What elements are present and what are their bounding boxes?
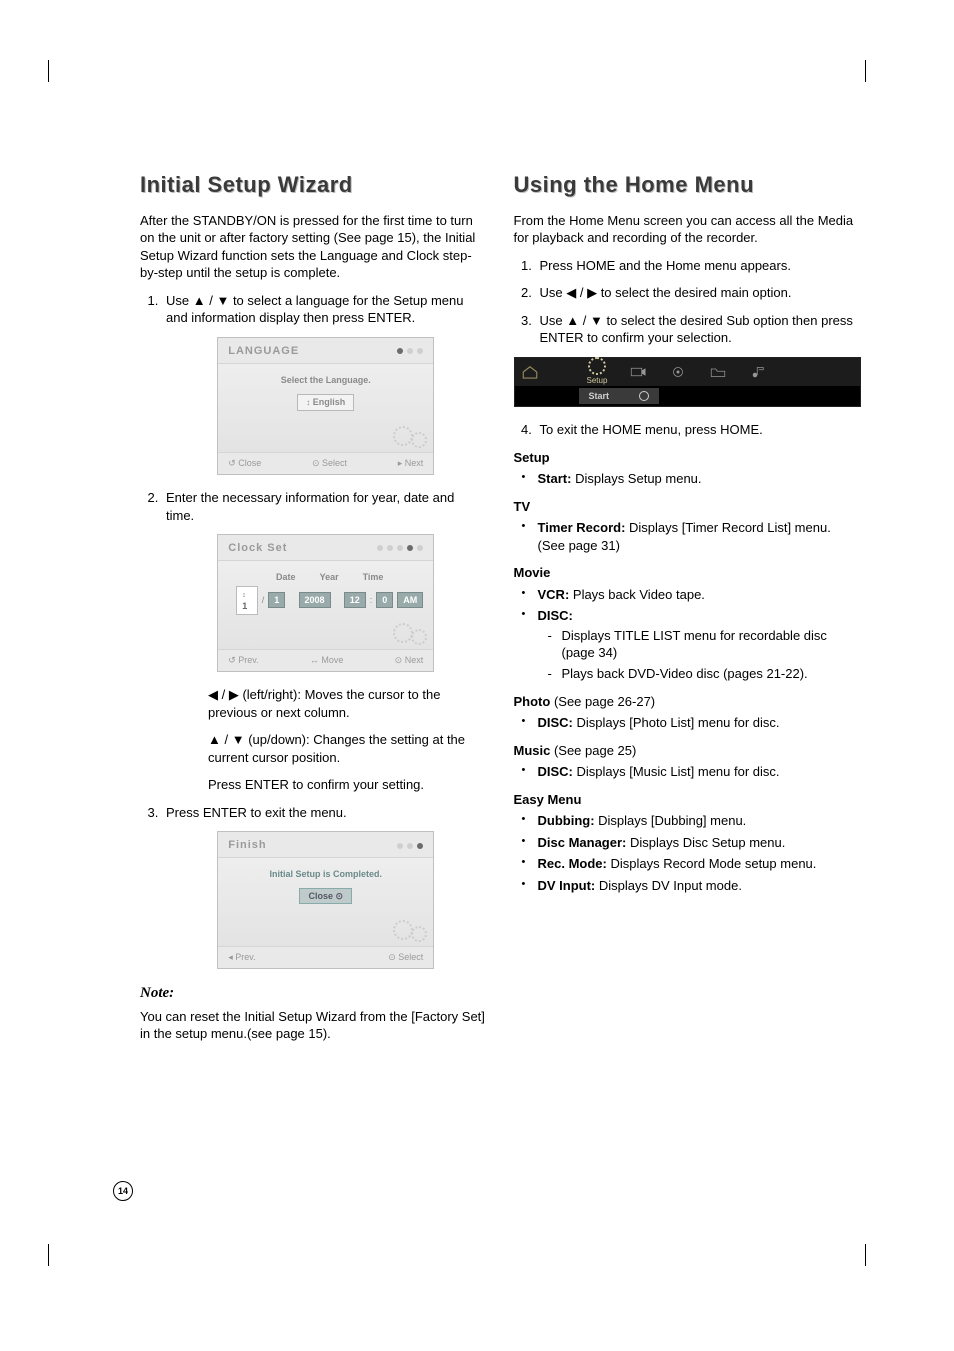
section-title: Initial Setup Wizard xyxy=(140,170,486,200)
osd-prompt: Select the Language. xyxy=(228,374,423,386)
list-item: Timer Record: Displays [Timer Record Lis… xyxy=(528,519,860,554)
osd-clock-set: Clock Set Date Year Time xyxy=(217,534,434,672)
left-icon: ◀ xyxy=(208,687,218,702)
crop-mark xyxy=(48,1244,49,1266)
progress-dots xyxy=(397,843,423,849)
osd-foot-left: ↺ Close xyxy=(228,457,261,469)
cursor-help: ◀ / ▶ (left/right): Moves the cursor to … xyxy=(208,686,486,794)
left-column: Initial Setup Wizard After the STANDBY/O… xyxy=(140,170,486,1053)
list-item: DISC: Displays [Music List] menu for dis… xyxy=(528,763,860,781)
home-menu-screenshot: Setup Start xyxy=(514,357,862,407)
list-item: Dubbing: Displays [Dubbing] menu. xyxy=(528,812,860,830)
list-item: Plays back DVD-Video disc (pages 21-22). xyxy=(552,665,860,683)
right-column: Using the Home Menu From the Home Menu s… xyxy=(514,170,860,1053)
select-icon xyxy=(639,391,649,401)
gear-icon xyxy=(393,621,427,645)
list-item: Disc Manager: Displays Disc Setup menu. xyxy=(528,834,860,852)
up-icon: ▲ xyxy=(193,293,206,308)
step-3: Use ▲ / ▼ to select the desired Sub opti… xyxy=(536,312,860,347)
right-icon: ▶ xyxy=(229,687,239,702)
list-item: DV Input: Displays DV Input mode. xyxy=(528,877,860,895)
osd-foot-center: ⊙ Select xyxy=(312,457,347,469)
osd-finish: Finish Initial Setup is Completed. Close… xyxy=(217,831,434,969)
step-4: To exit the HOME menu, press HOME. xyxy=(536,421,860,439)
home-menu-setup: Setup xyxy=(587,357,608,387)
up-icon: ▲ xyxy=(208,732,221,747)
list-item: DISC: Displays [Photo List] menu for dis… xyxy=(528,714,860,732)
left-icon: ◀ xyxy=(566,285,576,300)
movie-icon xyxy=(629,365,647,379)
osd-foot-right: ⊙ Select xyxy=(388,951,423,963)
gear-icon xyxy=(393,918,427,942)
osd-selected-value: ↕ English xyxy=(297,394,354,411)
manual-page: Initial Setup Wizard After the STANDBY/O… xyxy=(0,0,954,1351)
progress-dots xyxy=(397,348,423,354)
osd-foot-right: ⊙ Next xyxy=(395,654,424,666)
list-item: Displays TITLE LIST menu for recordable … xyxy=(552,627,860,662)
list-item: DISC: Displays TITLE LIST menu for recor… xyxy=(528,607,860,682)
osd-language: LANGUAGE Select the Language. ↕ English xyxy=(217,337,434,475)
step-1: Use ▲ / ▼ to select a language for the S… xyxy=(162,292,486,475)
osd-foot-right: ▸ Next xyxy=(398,457,424,469)
section-title: Using the Home Menu xyxy=(514,170,860,200)
home-icon xyxy=(521,365,539,379)
note-body: You can reset the Initial Setup Wizard f… xyxy=(140,1008,486,1043)
osd-title: LANGUAGE xyxy=(228,344,299,359)
intro-paragraph: From the Home Menu screen you can access… xyxy=(514,212,860,247)
subhead-movie: Movie xyxy=(514,564,860,582)
crop-mark xyxy=(865,60,866,82)
subhead-easy-menu: Easy Menu xyxy=(514,791,860,809)
home-menu-start: Start xyxy=(579,388,660,404)
folder-icon xyxy=(709,365,727,379)
subhead-music: Music (See page 25) xyxy=(514,742,860,760)
subhead-setup: Setup xyxy=(514,449,860,467)
osd-title: Finish xyxy=(228,838,266,853)
up-icon: ▲ xyxy=(566,313,579,328)
photo-icon xyxy=(669,365,687,379)
page-number: 14 xyxy=(113,1181,133,1201)
gear-icon xyxy=(588,357,606,375)
note-heading: Note: xyxy=(140,983,486,1003)
down-icon: ▼ xyxy=(232,732,245,747)
step-2: Use ◀ / ▶ to select the desired main opt… xyxy=(536,284,860,302)
list-item: VCR: Plays back Video tape. xyxy=(528,586,860,604)
osd-title: Clock Set xyxy=(228,541,287,556)
right-icon: ▶ xyxy=(587,285,597,300)
down-icon: ▼ xyxy=(590,313,603,328)
list-item: Rec. Mode: Displays Record Mode setup me… xyxy=(528,855,860,873)
intro-paragraph: After the STANDBY/ON is pressed for the … xyxy=(140,212,486,282)
step-2: Enter the necessary information for year… xyxy=(162,489,486,794)
gear-icon xyxy=(393,424,427,448)
progress-dots xyxy=(377,545,423,551)
osd-foot-left: ↺ Prev. xyxy=(228,654,258,666)
crop-mark xyxy=(48,60,49,82)
down-icon: ▼ xyxy=(216,293,229,308)
step-1: Press HOME and the Home menu appears. xyxy=(536,257,860,275)
list-item: Start: Displays Setup menu. xyxy=(528,470,860,488)
osd-foot-center: ↔ Move xyxy=(310,654,344,666)
osd-close-button: Close ⊙ xyxy=(299,888,352,904)
osd-foot-left: ◂ Prev. xyxy=(228,951,255,963)
subhead-tv: TV xyxy=(514,498,860,516)
music-icon xyxy=(749,365,767,379)
osd-prompt: Initial Setup is Completed. xyxy=(228,868,423,880)
subhead-photo: Photo (See page 26-27) xyxy=(514,693,860,711)
steps-list-cont: To exit the HOME menu, press HOME. xyxy=(514,421,860,439)
steps-list: Use ▲ / ▼ to select a language for the S… xyxy=(140,292,486,969)
clock-values: ↕ 1/ 1 2008 12: 0 AM xyxy=(236,586,423,615)
step-3: Press ENTER to exit the menu. Finish Ini… xyxy=(162,804,486,970)
crop-mark xyxy=(865,1244,866,1266)
steps-list: Press HOME and the Home menu appears. Us… xyxy=(514,257,860,347)
